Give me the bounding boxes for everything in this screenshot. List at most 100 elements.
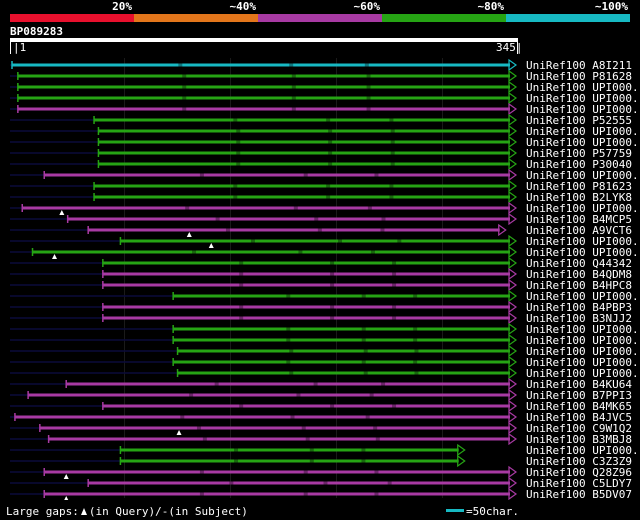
scale-legend: =50char. (446, 506, 519, 518)
hit-row[interactable] (10, 432, 518, 446)
hit-label-link[interactable]: UniRef100_B4JVC5 (526, 412, 640, 423)
hit-row[interactable] (10, 58, 518, 72)
hit-row[interactable] (10, 476, 518, 490)
hit-row[interactable] (10, 487, 518, 500)
hit-row[interactable] (10, 443, 466, 457)
hit-row[interactable] (10, 388, 518, 402)
hit-row[interactable] (10, 113, 518, 127)
hit-label-link[interactable]: UniRef100_UPI000.. (526, 93, 640, 104)
query-gap-triangle-icon (208, 243, 214, 248)
hit-row[interactable] (10, 289, 518, 303)
hit-end-arrow-icon (457, 454, 466, 468)
hit-row[interactable] (10, 322, 518, 336)
hit-label-link[interactable]: UniRef100_C5LDY7 (526, 478, 640, 489)
hit-label-link[interactable]: UniRef100_P30040 (526, 159, 640, 170)
hit-label-link[interactable]: UniRef100_UPI000.. (526, 126, 640, 137)
hit-row[interactable] (10, 454, 466, 468)
hit-row[interactable] (10, 245, 518, 259)
hit-row[interactable] (10, 157, 518, 171)
legend-swatch-red (10, 14, 134, 22)
hit-end-arrow-icon (508, 91, 518, 105)
hit-label-link[interactable]: UniRef100_UPI000.. (526, 247, 640, 258)
hit-label-link[interactable]: UniRef100_A8I211 (526, 60, 640, 71)
hit-label-link[interactable]: UniRef100_B3MBJ8 (526, 434, 640, 445)
hit-end-arrow-icon (508, 366, 518, 380)
query-gap-triangle-icon (63, 474, 69, 479)
hit-row[interactable] (10, 234, 518, 248)
hit-label-link[interactable]: UniRef100_UPI000.. (526, 291, 640, 302)
hit-end-arrow-icon (508, 157, 518, 171)
hit-label-link[interactable]: UniRef100_UPI000.. (526, 445, 640, 456)
hit-end-arrow-icon (508, 69, 518, 83)
hit-row[interactable] (10, 124, 518, 138)
hit-row[interactable] (10, 333, 518, 347)
hit-row[interactable] (10, 267, 518, 281)
hit-label-link[interactable]: UniRef100_Q44342 (526, 258, 640, 269)
legend-swatch-purple (258, 14, 382, 22)
hit-label-link[interactable]: UniRef100_UPI000.. (526, 203, 640, 214)
hit-row[interactable] (10, 69, 518, 83)
hit-end-arrow-icon (508, 465, 518, 479)
hit-row[interactable] (10, 465, 518, 479)
hit-row[interactable] (10, 146, 518, 160)
hit-end-arrow-icon (508, 355, 518, 369)
hit-label-link[interactable]: UniRef100_C3Z3Z9 (526, 456, 640, 467)
hit-end-arrow-icon (508, 58, 518, 72)
hit-row[interactable] (10, 190, 518, 204)
ruler-tick-start (10, 42, 11, 54)
hit-label-link[interactable]: UniRef100_UPI000.. (526, 82, 640, 93)
hit-label-link[interactable]: UniRef100_B7PPI3 (526, 390, 640, 401)
hit-label-link[interactable]: UniRef100_B4PBP3 (526, 302, 640, 313)
hit-label-link[interactable]: UniRef100_B4MK65 (526, 401, 640, 412)
hit-label-link[interactable]: UniRef100_UPI000.. (526, 104, 640, 115)
hit-row[interactable] (10, 223, 507, 237)
hit-label-link[interactable]: UniRef100_UPI000.. (526, 170, 640, 181)
hit-row[interactable] (10, 201, 518, 215)
hit-row[interactable] (10, 344, 518, 358)
hit-row[interactable] (10, 212, 518, 226)
hit-label-link[interactable]: UniRef100_B4KU64 (526, 379, 640, 390)
hit-row[interactable] (10, 421, 518, 435)
hit-row[interactable] (10, 366, 518, 380)
hit-label-link[interactable]: UniRef100_P81623 (526, 181, 640, 192)
hit-label-link[interactable]: UniRef100_A9VCT6 (526, 225, 640, 236)
hit-label-link[interactable]: UniRef100_UPI000.. (526, 346, 640, 357)
hit-label-link[interactable]: UniRef100_UPI000.. (526, 236, 640, 247)
query-gap-triangle-icon (64, 496, 69, 500)
hit-end-arrow-icon (508, 311, 518, 325)
hit-label-link[interactable]: UniRef100_P57759 (526, 148, 640, 159)
hit-end-arrow-icon (508, 388, 518, 402)
hit-label-link[interactable]: UniRef100_B5DV07 (526, 489, 640, 500)
hit-label-link[interactable]: UniRef100_UPI000.. (526, 137, 640, 148)
hit-label-link[interactable]: UniRef100_UPI000.. (526, 324, 640, 335)
hit-row[interactable] (10, 399, 518, 413)
hit-row[interactable] (10, 102, 518, 116)
hit-label-link[interactable]: UniRef100_B4QDM8 (526, 269, 640, 280)
hit-row[interactable] (10, 410, 518, 424)
identity-legend-labels: 20% ~40% ~60% ~80% ~100% (10, 0, 630, 13)
hit-row[interactable] (10, 91, 518, 105)
hit-row[interactable] (10, 300, 518, 314)
hit-label-link[interactable]: UniRef100_C9W1Q2 (526, 423, 640, 434)
hit-row[interactable] (10, 278, 518, 292)
hit-label-link[interactable]: UniRef100_B4MCP5 (526, 214, 640, 225)
hit-end-arrow-icon (498, 223, 507, 237)
hit-label-link[interactable]: UniRef100_UPI000.. (526, 335, 640, 346)
hit-label-link[interactable]: UniRef100_UPI000.. (526, 368, 640, 379)
hit-label-link[interactable]: UniRef100_P81628 (526, 71, 640, 82)
hit-row[interactable] (10, 355, 518, 369)
hit-row[interactable] (10, 311, 518, 325)
hit-label-link[interactable]: UniRef100_P52555 (526, 115, 640, 126)
hit-row[interactable] (10, 179, 518, 193)
hit-row[interactable] (10, 377, 518, 391)
hit-label-link[interactable]: UniRef100_B4HPC8 (526, 280, 640, 291)
hit-label-link[interactable]: UniRef100_UPI000.. (526, 357, 640, 368)
hit-label-link[interactable]: UniRef100_B2LYK8 (526, 192, 640, 203)
hit-label-link[interactable]: UniRef100_B3NJJ2 (526, 313, 640, 324)
hit-row[interactable] (10, 168, 518, 182)
hit-label-link[interactable]: UniRef100_Q28Z96 (526, 467, 640, 478)
hit-row[interactable] (10, 80, 518, 94)
scale-label: =50char. (466, 505, 519, 518)
hit-row[interactable] (10, 256, 518, 270)
hit-row[interactable] (10, 135, 518, 149)
